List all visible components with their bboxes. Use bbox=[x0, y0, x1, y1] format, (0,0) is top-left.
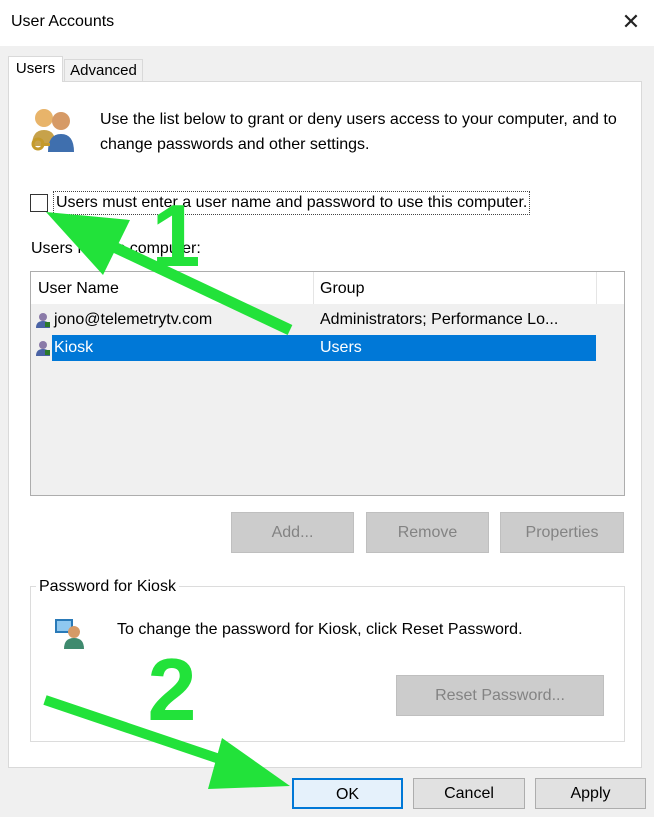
require-login-checkbox[interactable] bbox=[30, 194, 48, 212]
column-header-group[interactable]: Group bbox=[320, 280, 364, 298]
password-group-title: Password for Kiosk bbox=[36, 578, 179, 596]
column-header-user-name[interactable]: User Name bbox=[38, 280, 119, 298]
users-list-label: Users for this computer: bbox=[31, 240, 201, 257]
user-group: Administrators; Performance Lo... bbox=[320, 311, 559, 328]
user-name: Kiosk bbox=[54, 339, 94, 356]
intro-text: Use the list below to grant or deny user… bbox=[100, 111, 617, 153]
tab-users[interactable]: Users bbox=[8, 56, 63, 82]
window-title: User Accounts bbox=[11, 13, 115, 30]
user-name: jono@telemetrytv.com bbox=[54, 311, 213, 328]
cancel-button[interactable]: Cancel bbox=[413, 778, 525, 809]
column-divider bbox=[596, 272, 597, 304]
password-group bbox=[30, 586, 625, 742]
ok-button[interactable]: OK bbox=[292, 778, 403, 809]
password-instructions: To change the password for Kiosk, click … bbox=[117, 621, 523, 638]
user-password-icon bbox=[52, 616, 86, 650]
properties-button[interactable]: Properties bbox=[500, 512, 624, 553]
user-icon bbox=[36, 313, 50, 328]
reset-password-button[interactable]: Reset Password... bbox=[396, 675, 604, 716]
list-item-selected[interactable]: Kiosk Users bbox=[52, 335, 596, 361]
users-icon bbox=[28, 104, 80, 154]
user-icon bbox=[36, 341, 50, 356]
column-divider bbox=[313, 272, 314, 304]
require-login-label[interactable]: Users must enter a user name and passwor… bbox=[53, 191, 531, 215]
tab-advanced[interactable]: Advanced bbox=[64, 59, 143, 81]
add-user-button[interactable]: Add... bbox=[231, 512, 354, 553]
user-group: Users bbox=[320, 339, 362, 356]
apply-button[interactable]: Apply bbox=[535, 778, 646, 809]
list-item[interactable]: jono@telemetrytv.com Administrators; Per… bbox=[31, 307, 596, 333]
users-list[interactable] bbox=[30, 271, 625, 496]
close-icon[interactable]: ✕ bbox=[618, 8, 644, 36]
remove-user-button[interactable]: Remove bbox=[366, 512, 489, 553]
